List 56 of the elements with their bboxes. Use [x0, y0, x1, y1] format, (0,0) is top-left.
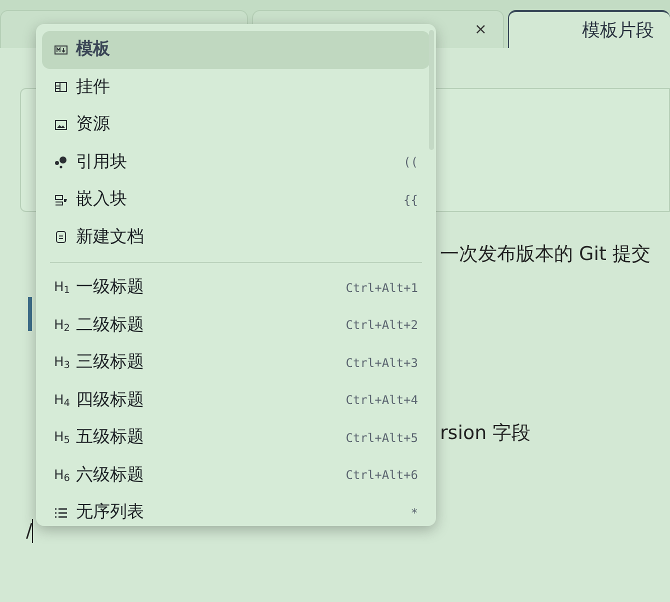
heading-glyph: H$_{4}$: [54, 392, 70, 410]
paragraph-text: 一次发布版本的 Git 提交: [440, 243, 651, 265]
menu-item-label: 三级标题: [76, 351, 144, 374]
close-icon[interactable]: ×: [474, 18, 487, 41]
input-text: /: [26, 519, 32, 544]
heading-glyph: H$_{6}$: [54, 466, 70, 485]
menu-item[interactable]: 无序列表 *: [42, 494, 430, 526]
shortcut-text: Ctrl+Alt+1: [346, 280, 418, 297]
menu-item[interactable]: 嵌入块 {{: [42, 181, 430, 218]
shortcut-text: Ctrl+Alt+5: [346, 430, 418, 447]
menu-item-label: 无序列表: [76, 501, 144, 524]
heading-glyph: H$_{2}$: [54, 316, 70, 335]
menu-item[interactable]: 挂件: [42, 68, 430, 106]
tab[interactable]: 模板片段: [508, 10, 670, 48]
menu-item[interactable]: H$_{5}$ 五级标题 Ctrl+Alt+5: [42, 419, 430, 456]
text-cursor: [32, 519, 34, 544]
embed-icon: [54, 192, 68, 207]
menu-item[interactable]: 引用块 ((: [42, 144, 430, 181]
heading-glyph: H$_{1}$: [54, 279, 70, 298]
heading-glyph: H$_{5}$: [54, 429, 70, 448]
dots-icon: [54, 155, 68, 170]
menu-item-label: 六级标题: [76, 464, 144, 486]
markdown-icon: [54, 42, 68, 57]
shortcut-text: {{: [404, 192, 418, 209]
scrollbar-thumb[interactable]: [429, 30, 434, 150]
layout-icon: [54, 80, 68, 94]
shortcut-text: *: [410, 504, 418, 522]
menu-item-label: 嵌入块: [76, 188, 127, 211]
paragraph-text: rsion 字段: [440, 422, 531, 444]
image-icon: [54, 118, 68, 132]
menu-item-label: 挂件: [76, 76, 110, 98]
shortcut-text: Ctrl+Alt+4: [346, 392, 418, 410]
menu-item[interactable]: 模板: [42, 31, 430, 68]
menu-item[interactable]: H$_{3}$ 三级标题 Ctrl+Alt+3: [42, 344, 430, 382]
menu-item-label: 新建文档: [76, 226, 144, 248]
menu-item-label: 模板: [76, 38, 110, 61]
shortcut-text: ((: [404, 154, 418, 172]
menu-item-label: 引用块: [76, 150, 127, 174]
shortcut-text: Ctrl+Alt+3: [346, 354, 418, 372]
shortcut-text: Ctrl+Alt+2: [346, 317, 418, 334]
menu-item-label: 四级标题: [76, 388, 144, 412]
menu-item[interactable]: 新建文档: [42, 218, 430, 256]
list-icon: [54, 506, 68, 520]
quote-bar: [28, 296, 32, 330]
menu-item[interactable]: H$_{2}$ 二级标题 Ctrl+Alt+2: [42, 306, 430, 344]
menu-item-label: 一级标题: [76, 276, 144, 299]
document-icon: [54, 230, 68, 244]
menu-item-label: 五级标题: [76, 426, 144, 449]
menu-item[interactable]: H$_{4}$ 四级标题 Ctrl+Alt+4: [42, 382, 430, 419]
shortcut-text: Ctrl+Alt+6: [346, 467, 418, 484]
menu-item[interactable]: H$_{1}$ 一级标题 Ctrl+Alt+1: [42, 269, 430, 306]
menu-item-label: 二级标题: [76, 314, 144, 336]
menu-item[interactable]: H$_{6}$ 六级标题 Ctrl+Alt+6: [42, 456, 430, 494]
menu-item[interactable]: 资源: [42, 106, 430, 144]
menu-item-label: 资源: [76, 113, 110, 136]
heading-glyph: H$_{3}$: [54, 354, 70, 372]
